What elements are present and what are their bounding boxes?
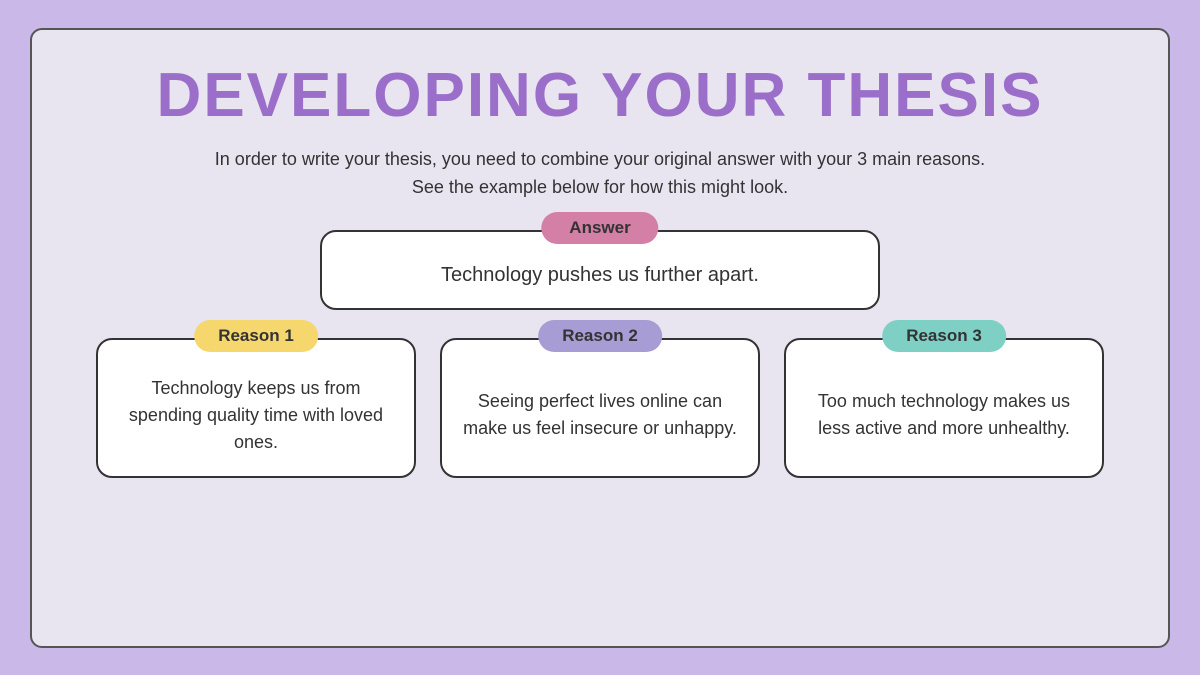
- reasons-row: Reason 1 Technology keeps us from spendi…: [72, 338, 1128, 478]
- subtitle-line2: See the example below for how this might…: [412, 177, 788, 197]
- subtitle-line1: In order to write your thesis, you need …: [215, 149, 985, 169]
- answer-label: Answer: [541, 212, 658, 244]
- reason-3-label: Reason 3: [882, 320, 1006, 352]
- page-title: DEVELOPING YOUR THESIS: [157, 60, 1044, 131]
- reason-2-section: Reason 2 Seeing perfect lives online can…: [440, 338, 760, 478]
- reason-2-box: Seeing perfect lives online can make us …: [440, 338, 760, 478]
- reason-3-section: Reason 3 Too much technology makes us le…: [784, 338, 1104, 478]
- reason-3-box: Too much technology makes us less active…: [784, 338, 1104, 478]
- reason-1-section: Reason 1 Technology keeps us from spendi…: [96, 338, 416, 478]
- reason-3-text: Too much technology makes us less active…: [806, 388, 1082, 442]
- reason-2-text: Seeing perfect lives online can make us …: [462, 388, 738, 442]
- reason-1-box: Technology keeps us from spending qualit…: [96, 338, 416, 478]
- answer-section: Answer Technology pushes us further apar…: [320, 230, 880, 310]
- reason-1-text: Technology keeps us from spending qualit…: [118, 375, 394, 456]
- reason-2-label: Reason 2: [538, 320, 662, 352]
- main-container: DEVELOPING YOUR THESIS In order to write…: [30, 28, 1170, 648]
- answer-text: Technology pushes us further apart.: [441, 264, 759, 287]
- subtitle: In order to write your thesis, you need …: [215, 145, 985, 203]
- reason-1-label: Reason 1: [194, 320, 318, 352]
